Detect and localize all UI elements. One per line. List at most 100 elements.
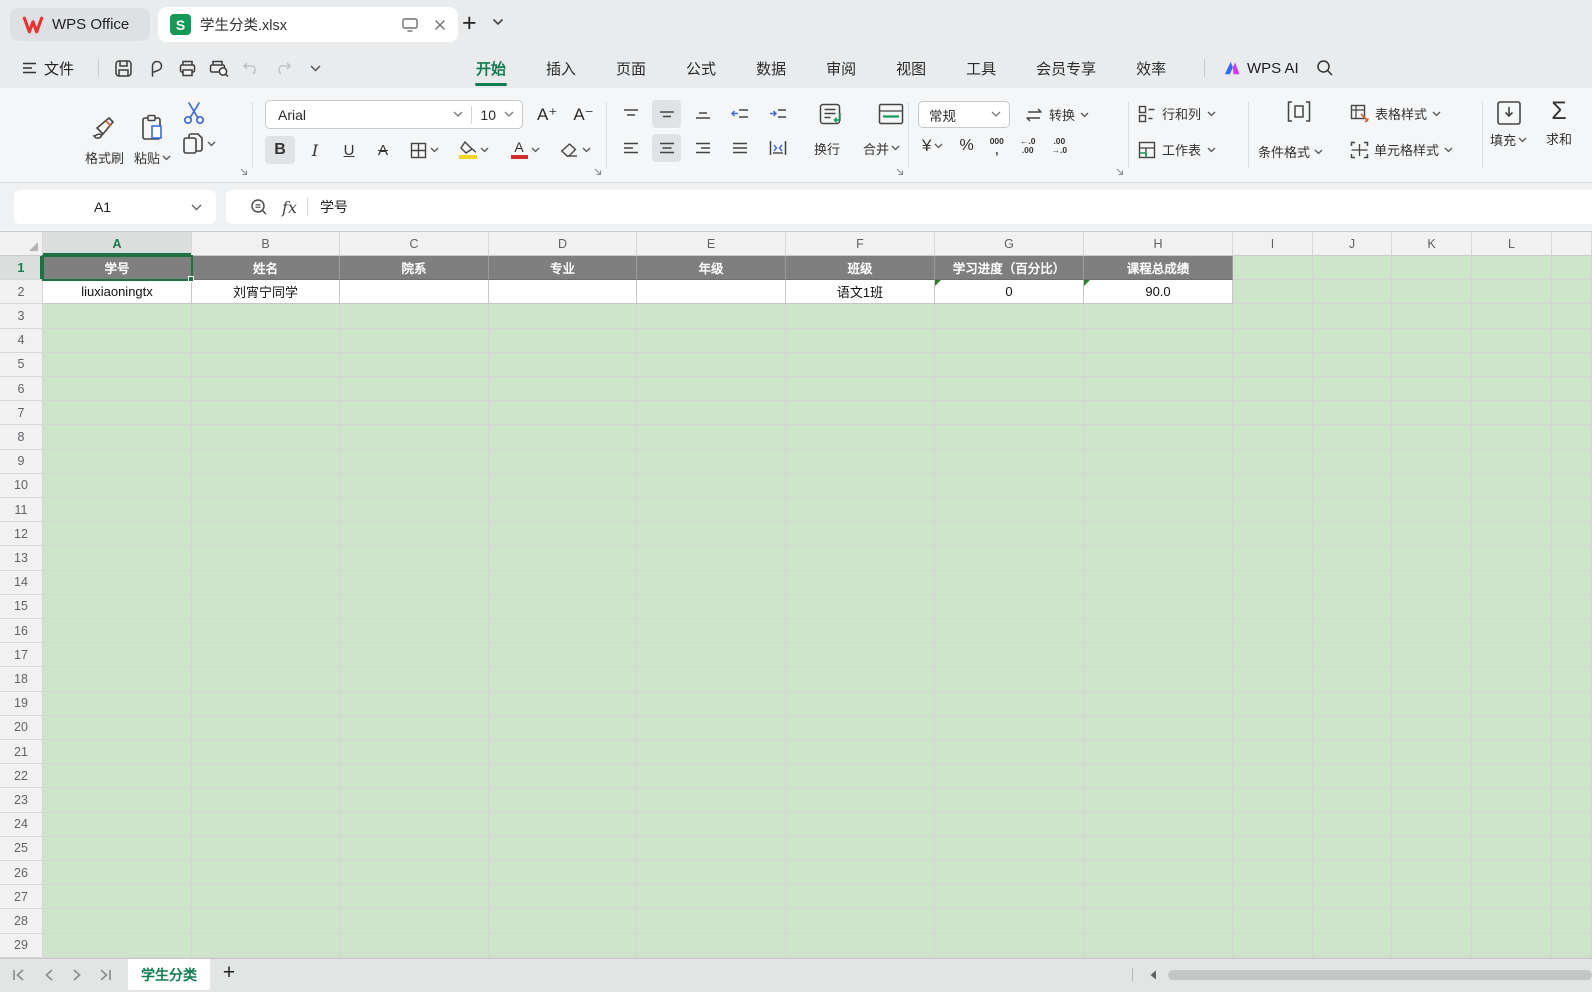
cell-A2[interactable]: liuxiaoningtx: [43, 280, 192, 305]
cell-D2[interactable]: [489, 280, 637, 305]
cell-G12[interactable]: [935, 522, 1084, 547]
cell-H3[interactable]: [1084, 304, 1233, 329]
cell-D25[interactable]: [489, 836, 637, 861]
cell-J16[interactable]: [1313, 619, 1392, 644]
ribbon-tab-视图[interactable]: 视图: [876, 48, 946, 88]
cell-F3[interactable]: [786, 304, 935, 329]
cell-M4[interactable]: [1552, 328, 1592, 353]
cell-E22[interactable]: [637, 764, 786, 789]
row-header-22[interactable]: 22: [0, 764, 43, 789]
cell-C24[interactable]: [340, 812, 489, 837]
cell-K8[interactable]: [1392, 425, 1472, 450]
cell-D7[interactable]: [489, 401, 637, 426]
undo-button[interactable]: [235, 53, 267, 83]
cell-K10[interactable]: [1392, 473, 1472, 498]
cell-A20[interactable]: [43, 715, 192, 740]
column-header-C[interactable]: C: [340, 232, 489, 256]
cell-C11[interactable]: [340, 498, 489, 523]
cell-J15[interactable]: [1313, 594, 1392, 619]
cell-F20[interactable]: [786, 715, 935, 740]
row-header-11[interactable]: 11: [0, 498, 43, 523]
row-header-7[interactable]: 7: [0, 401, 43, 426]
cell-A28[interactable]: [43, 909, 192, 934]
cell-B5[interactable]: [192, 352, 340, 377]
add-sheet-button[interactable]: +: [216, 961, 242, 985]
cell-L3[interactable]: [1472, 304, 1552, 329]
cell-M25[interactable]: [1552, 836, 1592, 861]
number-format-chevron-icon[interactable]: [991, 111, 1001, 118]
file-menu-button[interactable]: 文件: [22, 58, 74, 79]
cell-B23[interactable]: [192, 788, 340, 813]
cell-I16[interactable]: [1233, 619, 1313, 644]
cell-I14[interactable]: [1233, 570, 1313, 595]
row-header-23[interactable]: 23: [0, 788, 43, 813]
cell-G2[interactable]: 0: [935, 280, 1084, 305]
cell-E28[interactable]: [637, 909, 786, 934]
cell-A8[interactable]: [43, 425, 192, 450]
cell-G10[interactable]: [935, 473, 1084, 498]
cell-C8[interactable]: [340, 425, 489, 450]
cell-L19[interactable]: [1472, 691, 1552, 716]
print-preview-button[interactable]: [203, 53, 235, 83]
underline-button[interactable]: U: [335, 136, 363, 164]
cell-L22[interactable]: [1472, 764, 1552, 789]
cell-L29[interactable]: [1472, 933, 1552, 958]
cell-A16[interactable]: [43, 619, 192, 644]
cell-B12[interactable]: [192, 522, 340, 547]
cell-J23[interactable]: [1313, 788, 1392, 813]
cell-L2[interactable]: [1472, 280, 1552, 305]
first-sheet-button[interactable]: [8, 964, 30, 986]
cell-M9[interactable]: [1552, 449, 1592, 474]
cell-G24[interactable]: [935, 812, 1084, 837]
cell-K9[interactable]: [1392, 449, 1472, 474]
cell-C12[interactable]: [340, 522, 489, 547]
cell-G17[interactable]: [935, 643, 1084, 668]
cell-F24[interactable]: [786, 812, 935, 837]
cell-G23[interactable]: [935, 788, 1084, 813]
clipboard-group-expander[interactable]: [240, 168, 248, 176]
cell-B19[interactable]: [192, 691, 340, 716]
cell-J12[interactable]: [1313, 522, 1392, 547]
cell-M21[interactable]: [1552, 740, 1592, 765]
row-header-14[interactable]: 14: [0, 570, 43, 595]
worksheet-button[interactable]: 工作表: [1138, 140, 1216, 159]
cell-D16[interactable]: [489, 619, 637, 644]
cell-M19[interactable]: [1552, 691, 1592, 716]
cell-B11[interactable]: [192, 498, 340, 523]
cell-B28[interactable]: [192, 909, 340, 934]
cell-F26[interactable]: [786, 861, 935, 886]
cell-B9[interactable]: [192, 449, 340, 474]
align-bottom-button[interactable]: [688, 100, 717, 128]
column-header-J[interactable]: J: [1313, 232, 1392, 256]
align-center-button[interactable]: [652, 134, 681, 162]
formula-input[interactable]: fx 学号: [226, 190, 1592, 224]
align-middle-button[interactable]: [652, 100, 681, 128]
number-format-select[interactable]: 常规: [919, 105, 991, 125]
grow-font-button[interactable]: A⁺: [537, 105, 557, 125]
cell-H14[interactable]: [1084, 570, 1233, 595]
cell-M27[interactable]: [1552, 885, 1592, 910]
cell-A11[interactable]: [43, 498, 192, 523]
font-family-select[interactable]: Arial: [266, 107, 453, 123]
cell-C4[interactable]: [340, 328, 489, 353]
cell-J24[interactable]: [1313, 812, 1392, 837]
last-sheet-button[interactable]: [94, 964, 116, 986]
cell-L23[interactable]: [1472, 788, 1552, 813]
cell-F15[interactable]: [786, 594, 935, 619]
cell-A18[interactable]: [43, 667, 192, 692]
cell-G6[interactable]: [935, 377, 1084, 402]
cell-A29[interactable]: [43, 933, 192, 958]
cell-H19[interactable]: [1084, 691, 1233, 716]
cell-D9[interactable]: [489, 449, 637, 474]
cell-C9[interactable]: [340, 449, 489, 474]
cell-K15[interactable]: [1392, 594, 1472, 619]
next-sheet-button[interactable]: [66, 964, 88, 986]
cell-K16[interactable]: [1392, 619, 1472, 644]
fx-icon[interactable]: fx: [282, 198, 297, 217]
row-header-20[interactable]: 20: [0, 715, 43, 740]
sum-button[interactable]: Σ 求和: [1546, 98, 1572, 148]
cell-A22[interactable]: [43, 764, 192, 789]
cell-D23[interactable]: [489, 788, 637, 813]
cell-A27[interactable]: [43, 885, 192, 910]
row-header-8[interactable]: 8: [0, 425, 43, 450]
